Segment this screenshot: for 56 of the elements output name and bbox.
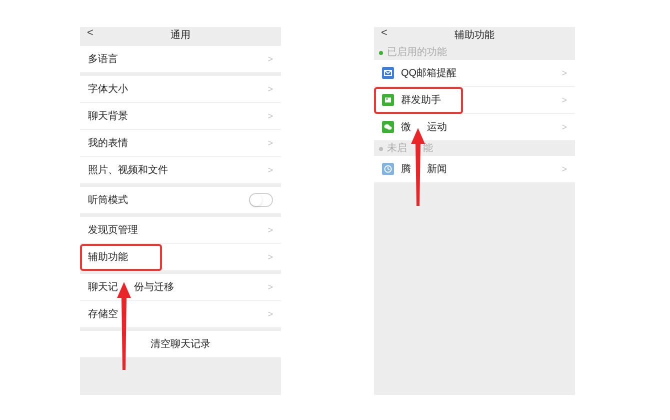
- back-button[interactable]: <: [87, 28, 94, 39]
- list-row[interactable]: 清空聊天记录: [80, 331, 281, 358]
- row-label: 群发助手: [401, 94, 441, 108]
- chevron-icon: >: [268, 166, 273, 174]
- row-label: 照片、视频和文件: [88, 164, 168, 178]
- row-label: 多语言: [88, 52, 118, 66]
- list-row[interactable]: QQ邮箱提醒 >: [374, 60, 575, 87]
- section-heading: 已启用的功能: [387, 48, 447, 58]
- list-row[interactable]: 发现页管理 >: [80, 217, 281, 244]
- row-label: 聊天背景: [88, 110, 128, 124]
- arrow-icon: [117, 282, 131, 370]
- chevron-icon: >: [268, 226, 273, 234]
- chevron-icon: >: [268, 282, 273, 292]
- row-label: QQ邮箱提醒: [401, 66, 457, 80]
- chevron-icon: >: [268, 84, 273, 94]
- chevron-icon: >: [268, 252, 273, 262]
- list-row[interactable]: 字体大小 >: [80, 76, 281, 103]
- row-label: 辅助功能: [88, 250, 128, 264]
- chevron-icon: >: [268, 112, 273, 120]
- chevron-icon: >: [562, 96, 567, 104]
- list-row[interactable]: 微 运动 >: [374, 114, 575, 141]
- chevron-icon: >: [268, 54, 273, 64]
- row-label: 发现页管理: [88, 224, 138, 238]
- toggle-switch[interactable]: [249, 193, 273, 207]
- list-row[interactable]: 聊天背景 >: [80, 103, 281, 130]
- clear-history-button[interactable]: 清空聊天记录: [150, 336, 210, 352]
- list-row[interactable]: 腾 新闻 >: [374, 156, 575, 183]
- back-button[interactable]: <: [381, 28, 388, 39]
- chevron-icon: >: [562, 122, 567, 132]
- screen-title: 通用: [170, 31, 190, 41]
- list-row[interactable]: 听筒模式: [80, 187, 281, 214]
- row-label: 运动: [427, 120, 447, 134]
- row-label: 存储空: [88, 308, 118, 322]
- row-label: 字体大小: [88, 82, 128, 96]
- section-heading: 未启: [387, 144, 407, 154]
- list-row[interactable]: 辅助功能 >: [80, 244, 281, 271]
- list-row[interactable]: 多语言 >: [80, 46, 281, 73]
- screen-title: 辅助功能: [454, 31, 494, 41]
- list-row[interactable]: 聊天记 份与迁移 >: [80, 274, 281, 301]
- list-row[interactable]: 群发助手 >: [374, 87, 575, 114]
- row-label: 新闻: [427, 162, 447, 176]
- chevron-icon: >: [268, 138, 273, 148]
- list-row[interactable]: 照片、视频和文件 >: [80, 157, 281, 184]
- row-label: 我的表情: [88, 136, 128, 150]
- chevron-icon: >: [562, 68, 567, 78]
- row-label: 听筒模式: [88, 194, 128, 208]
- list-row[interactable]: 存储空 >: [80, 301, 281, 328]
- section-heading: 能: [423, 144, 433, 154]
- row-label: 腾: [401, 162, 411, 176]
- row-label: 微: [401, 120, 411, 134]
- chevron-icon: >: [268, 310, 273, 318]
- row-label: 份与迁移: [134, 280, 174, 294]
- list-row[interactable]: 我的表情 >: [80, 130, 281, 157]
- arrow-icon: [411, 128, 425, 206]
- row-label: 聊天记: [88, 280, 118, 294]
- chevron-icon: >: [562, 164, 567, 174]
